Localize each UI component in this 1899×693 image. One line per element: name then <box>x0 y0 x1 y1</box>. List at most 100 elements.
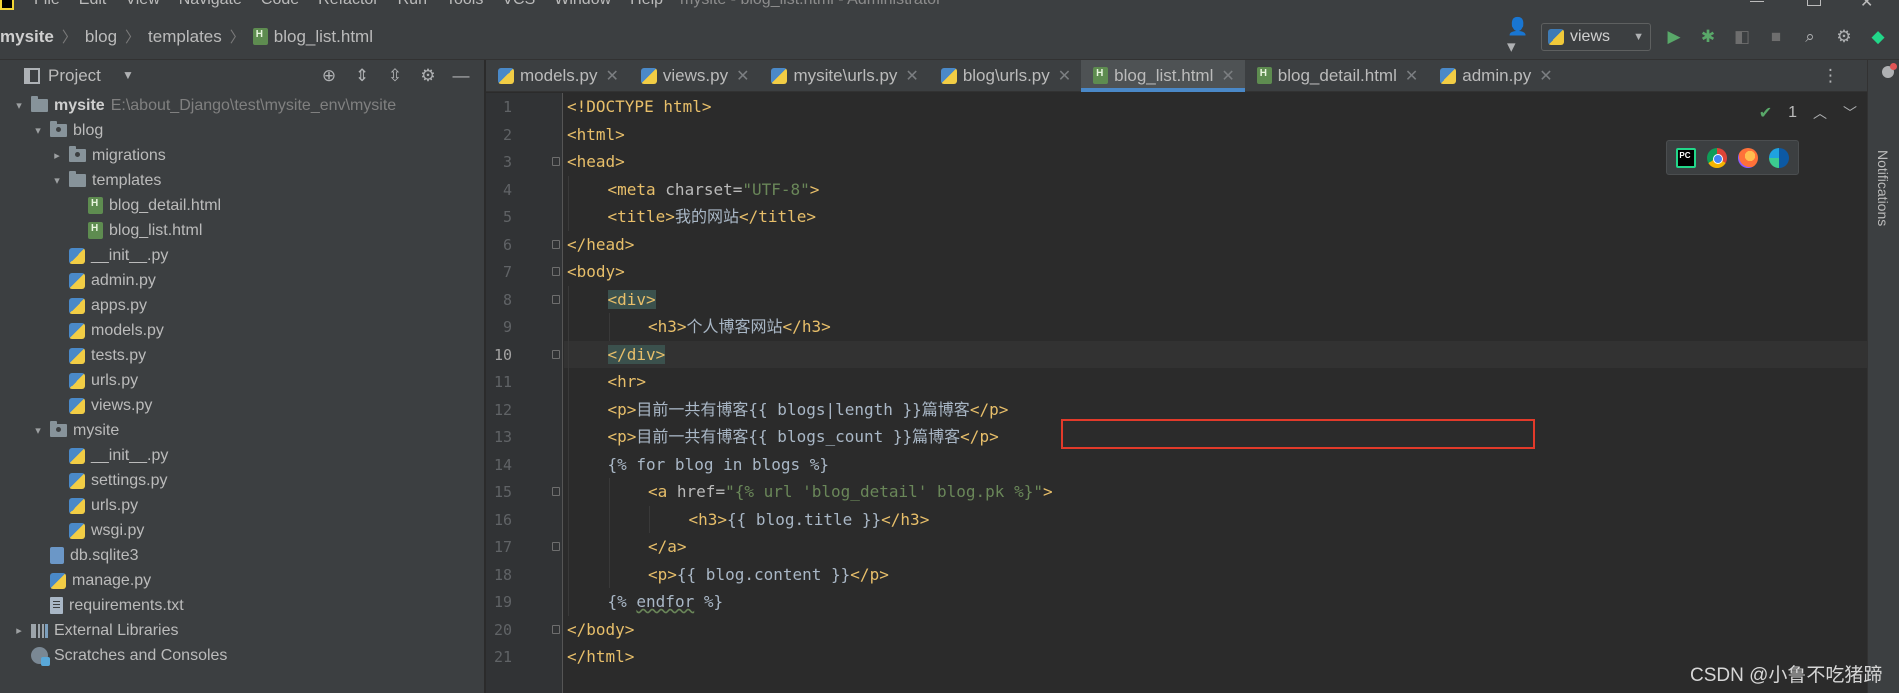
chrome-icon[interactable] <box>1707 147 1728 168</box>
menu-item-file[interactable]: File <box>34 0 60 9</box>
breadcrumb-item-templates[interactable]: templates <box>148 27 222 47</box>
fold-marker-icon[interactable] <box>552 157 560 166</box>
menu-item-tools[interactable]: Tools <box>446 0 483 9</box>
tree-item[interactable]: __init__.py <box>8 443 485 468</box>
tree-item[interactable]: requirements.txt <box>8 593 485 618</box>
tab-blog-list-html[interactable]: blog_list.html ✕ <box>1081 60 1245 92</box>
tree-item[interactable]: wsgi.py <box>8 518 485 543</box>
hide-icon[interactable]: — <box>450 65 472 87</box>
tree-item[interactable]: ▾ mysite E:\about_Django\test\mysite_env\m… <box>8 93 485 118</box>
menu-item-window[interactable]: Window <box>554 0 611 9</box>
fold-marker-icon[interactable] <box>552 239 560 249</box>
tree-item[interactable]: db.sqlite3 <box>8 543 485 568</box>
fold-marker-icon[interactable] <box>552 487 560 496</box>
tree-item[interactable]: manage.py <box>8 568 485 593</box>
search-icon[interactable]: ⌕ <box>1799 26 1821 48</box>
menu-item-code[interactable]: Code <box>261 0 299 9</box>
fold-marker-icon[interactable] <box>552 624 560 634</box>
code-line[interactable]: {% for blog in blogs %} <box>564 451 1867 479</box>
tree-item[interactable]: ▸ External Libraries <box>8 618 485 643</box>
chevron-up-icon[interactable]: ︿ <box>1813 103 1827 123</box>
tab-blog-urls-py[interactable]: blog\urls.py ✕ <box>929 60 1081 91</box>
breadcrumb-item-project[interactable]: mysite <box>0 27 54 47</box>
tree-item[interactable]: blog_detail.html <box>8 193 485 218</box>
menu-item-help[interactable]: Help <box>630 0 663 9</box>
fold-marker-icon[interactable] <box>552 294 560 304</box>
code-line[interactable]: </html> <box>564 643 1867 671</box>
locate-icon[interactable]: ⊕ <box>318 65 340 87</box>
code-line[interactable]: </div> <box>564 340 1867 368</box>
tab-blog-detail-html[interactable]: blog_detail.html ✕ <box>1245 60 1428 91</box>
fold-marker-icon[interactable] <box>552 267 560 276</box>
fold-marker-icon[interactable] <box>552 349 560 359</box>
collapse-all-icon[interactable]: ⇳ <box>384 65 406 87</box>
code-line[interactable]: <p>{{ blog.content }}</p> <box>564 561 1867 589</box>
coverage-icon[interactable]: ◧ <box>1731 26 1753 48</box>
run-configuration-dropdown[interactable]: views ▼ <box>1541 23 1651 51</box>
tab-admin-py[interactable]: admin.py ✕ <box>1428 60 1562 91</box>
breadcrumb-item-file[interactable]: blog_list.html <box>274 27 373 47</box>
menu-item-edit[interactable]: Edit <box>79 0 107 9</box>
tree-item[interactable]: models.py <box>8 318 485 343</box>
stop-icon[interactable]: ■ <box>1765 26 1787 48</box>
tree-item[interactable]: settings.py <box>8 468 485 493</box>
tree-item[interactable]: tests.py <box>8 343 485 368</box>
notifications-tab[interactable]: Notifications <box>1875 150 1891 226</box>
code-line[interactable]: <h3>{{ blog.title }}</h3> <box>564 506 1867 534</box>
notifications-icon[interactable] <box>1882 63 1897 78</box>
chevron-down-icon[interactable]: ﹀ <box>1843 103 1857 123</box>
project-panel-title[interactable]: Project <box>48 66 101 86</box>
tree-item[interactable]: apps.py <box>8 293 485 318</box>
code-line[interactable]: <body> <box>564 258 1867 286</box>
tree-item[interactable]: urls.py <box>8 368 485 393</box>
code-line[interactable]: <a href="{% url 'blog_detail' blog.pk %}… <box>564 478 1867 506</box>
expand-all-icon[interactable]: ⇕ <box>351 65 373 87</box>
edge-icon[interactable] <box>1768 147 1789 168</box>
close-tab-icon[interactable]: ✕ <box>905 66 918 86</box>
firefox-icon[interactable] <box>1737 147 1758 168</box>
tree-item[interactable]: urls.py <box>8 493 485 518</box>
menu-item-run[interactable]: Run <box>398 0 427 9</box>
settings-icon[interactable]: ⚙ <box>1833 26 1855 48</box>
tree-item[interactable]: Scratches and Consoles <box>8 643 485 668</box>
breadcrumb-item-blog[interactable]: blog <box>85 27 117 47</box>
tree-item[interactable]: admin.py <box>8 268 485 293</box>
code-line[interactable]: <!DOCTYPE html> <box>564 93 1867 121</box>
debug-icon[interactable]: ✱ <box>1697 26 1719 48</box>
maximize-icon[interactable] <box>1807 0 1821 6</box>
tree-item[interactable]: views.py <box>8 393 485 418</box>
chevron-down-icon[interactable]: ▼ <box>122 68 134 82</box>
tree-item[interactable]: __init__.py <box>8 243 485 268</box>
chevron-down-icon[interactable]: ▾ <box>31 124 45 137</box>
chevron-down-icon[interactable]: ▾ <box>50 174 64 187</box>
code-line[interactable]: <div> <box>564 286 1867 314</box>
code-line[interactable]: </a> <box>564 533 1867 561</box>
close-tab-icon[interactable]: ✕ <box>605 66 618 86</box>
close-tab-icon[interactable]: ✕ <box>1058 66 1071 86</box>
code-line[interactable]: {% endfor %} <box>564 588 1867 616</box>
run-icon[interactable]: ▶ <box>1663 26 1685 48</box>
close-tab-icon[interactable]: ✕ <box>1405 66 1418 86</box>
code-line[interactable]: <h3>个人博客网站</h3> <box>564 313 1867 341</box>
code-editor[interactable]: 1 2 3 4 5 6 7 8 9 10 11 12 13 14 15 16 17 18 19 20 21 <!DOCT… <box>486 93 1867 693</box>
code-line[interactable]: <hr> <box>564 368 1867 396</box>
tab-views-py[interactable]: views.py ✕ <box>629 60 760 91</box>
tree-item[interactable]: ▾ blog <box>8 118 485 143</box>
menu-item-refactor[interactable]: Refactor <box>318 0 378 9</box>
close-tab-icon[interactable]: ✕ <box>1539 66 1552 86</box>
chevron-right-icon[interactable]: ▸ <box>12 624 26 637</box>
code-line[interactable]: </body> <box>564 616 1867 644</box>
close-icon[interactable]: ✕ <box>1860 0 1874 11</box>
close-tab-icon[interactable]: ✕ <box>1221 66 1234 86</box>
user-icon[interactable]: 👤▾ <box>1507 17 1529 56</box>
gear-icon[interactable]: ⚙ <box>417 65 439 87</box>
tab-mysite-urls-py[interactable]: mysite\urls.py ✕ <box>759 60 928 91</box>
code-line[interactable]: <meta charset="UTF-8"> <box>564 176 1867 204</box>
minimize-icon[interactable] <box>1750 0 1764 2</box>
chevron-down-icon[interactable]: ▾ <box>12 99 26 112</box>
tree-item[interactable]: blog_list.html <box>8 218 485 243</box>
jetbrains-logo-icon[interactable]: ◆ <box>1867 26 1889 48</box>
menu-item-navigate[interactable]: Navigate <box>179 0 242 9</box>
more-tabs-icon[interactable]: ⋮ <box>1822 66 1839 86</box>
menu-item-vcs[interactable]: VCS <box>502 0 535 9</box>
